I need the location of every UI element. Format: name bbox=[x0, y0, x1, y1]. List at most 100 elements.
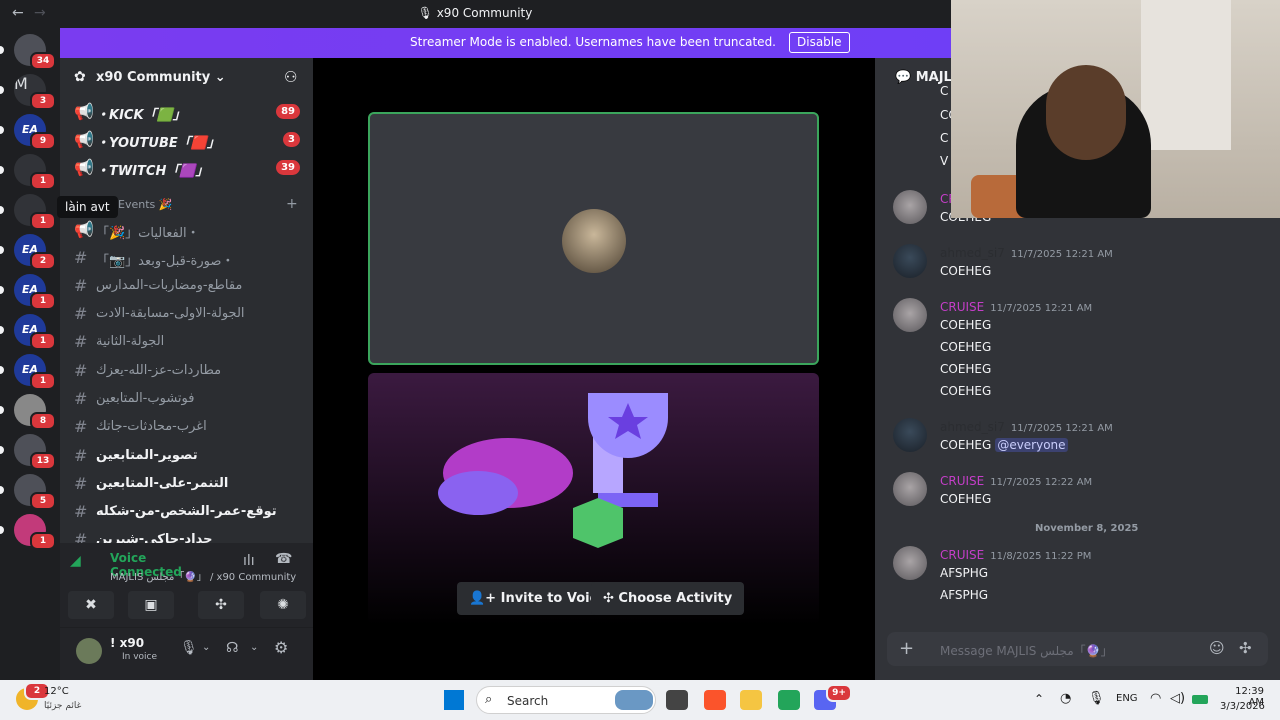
add-channel-icon[interactable]: + bbox=[286, 196, 298, 212]
choose-activity-button[interactable]: ✣ Choose Activity bbox=[591, 582, 745, 615]
hash-icon: # bbox=[74, 276, 88, 295]
chevron-down-icon[interactable]: ⌄ bbox=[202, 642, 210, 653]
brave-browser-icon[interactable] bbox=[704, 690, 726, 710]
search-box[interactable]: ⌕ Search bbox=[476, 686, 656, 714]
plus-icon[interactable]: + bbox=[899, 638, 914, 659]
network-status-icon[interactable]: ◔ bbox=[1060, 691, 1071, 706]
chevron-down-icon[interactable]: ⌄ bbox=[250, 642, 258, 653]
file-icon[interactable] bbox=[666, 690, 688, 710]
notification-badge: 9 bbox=[30, 132, 56, 150]
window-title: 🎙 x90 Community bbox=[0, 6, 950, 20]
participant-tile[interactable] bbox=[368, 112, 819, 365]
screen-share-button[interactable]: ▣ bbox=[128, 591, 174, 619]
notification-badge: 1 bbox=[30, 292, 56, 310]
language-indicator[interactable]: ENG bbox=[1116, 693, 1138, 704]
message-content: COEHEG bbox=[940, 362, 992, 376]
channel-item[interactable]: # ・صورة-قبل-وبعد「📷」 bbox=[74, 246, 300, 270]
hash-icon: # bbox=[74, 474, 88, 493]
volume-icon[interactable]: ◁) bbox=[1170, 691, 1185, 706]
avatar[interactable] bbox=[76, 638, 102, 664]
unread-pill bbox=[0, 246, 4, 254]
message-content: AFSPHG bbox=[940, 588, 989, 602]
hash-icon: # bbox=[74, 389, 88, 408]
channel-item[interactable]: # الجولة-الثانية bbox=[74, 330, 300, 354]
channel-item[interactable]: 📢 ・KICK「🟩」 89 bbox=[74, 100, 300, 124]
message-text: COEHEG bbox=[940, 384, 991, 398]
channel-item[interactable]: 📢 ・TWITCH「🟪」 39 bbox=[74, 156, 300, 180]
title-icon: 🎙 bbox=[417, 6, 437, 20]
channel-item[interactable]: # مطاردات-عز-الله-يعزك bbox=[74, 359, 300, 383]
activity-button[interactable]: ✣ bbox=[198, 591, 244, 619]
channel-item[interactable]: # مقاطع-ومضاربات-المدارس bbox=[74, 274, 300, 298]
soundboard-button[interactable]: ✺ bbox=[260, 591, 306, 619]
message-header: CRUISE 11/8/2025 11:22 PM bbox=[940, 548, 1091, 562]
server-header[interactable]: ✿ x90 Community ⌄ ⚇ bbox=[60, 58, 313, 98]
message-timestamp: 11/7/2025 12:21 AM bbox=[1010, 249, 1113, 260]
windows-start-icon[interactable] bbox=[444, 690, 464, 710]
message-content: AFSPHG bbox=[940, 566, 989, 580]
microphone-icon[interactable]: 🎙 bbox=[180, 640, 198, 656]
file-explorer-icon[interactable] bbox=[740, 690, 762, 710]
channel-item[interactable]: 📢 ・YOUTUBE「🟥」 3 bbox=[74, 128, 300, 152]
channel-item[interactable]: 📢 ・الفعاليات「🎉」 bbox=[74, 218, 300, 242]
message-header: CRUISE 11/7/2025 12:22 AM bbox=[940, 474, 1092, 488]
disconnect-icon[interactable]: ☎ bbox=[275, 551, 292, 567]
avatar[interactable] bbox=[893, 298, 927, 332]
mention[interactable]: @everyone bbox=[995, 438, 1068, 452]
avatar[interactable] bbox=[893, 190, 927, 224]
message-author[interactable]: ahmed_si7 bbox=[940, 420, 1005, 434]
voice-channel[interactable]: MAJLIS مجلس「🔮」 / x90 Community bbox=[50, 568, 296, 583]
gear-icon[interactable]: ⚙ bbox=[274, 638, 288, 657]
wifi-icon[interactable]: ◠ bbox=[1150, 691, 1161, 706]
notification-badge: 5 bbox=[30, 492, 56, 510]
server-boost-icon: ✿ bbox=[74, 69, 86, 85]
message-timestamp: 11/7/2025 12:22 AM bbox=[990, 477, 1093, 488]
message-author[interactable]: CRUISE bbox=[940, 548, 984, 562]
camera-off-button[interactable]: ✖ bbox=[68, 591, 114, 619]
user-status: In voice bbox=[122, 652, 158, 662]
microphone-icon[interactable]: 🎙 bbox=[1088, 691, 1105, 706]
message-input[interactable]: + Message MAJLIS مجلس「🔮」 ☺ ✣ bbox=[887, 632, 1268, 666]
notification-badge: 13 bbox=[30, 452, 56, 470]
message-content: COEHEG bbox=[940, 318, 992, 332]
channel-name: مقاطع-ومضاربات-المدارس bbox=[96, 278, 243, 293]
add-member-icon[interactable]: ⚇ bbox=[284, 68, 297, 86]
battery-icon[interactable] bbox=[1192, 695, 1208, 704]
channel-name: تصوير-المتابعين bbox=[96, 448, 198, 463]
channel-item[interactable]: # تصوير-المتابعين bbox=[74, 444, 300, 468]
announcement-icon: 📢 bbox=[74, 102, 94, 121]
username[interactable]: ! x90 bbox=[110, 636, 144, 650]
channel-item[interactable]: # التنمر-على-المتابعين bbox=[74, 472, 300, 496]
chat-bubble-icon: 💬 bbox=[895, 70, 916, 85]
avatar[interactable] bbox=[893, 472, 927, 506]
user-panel: ! x90 In voice 🎙 ⌄ ☊ ⌄ ⚙ bbox=[60, 628, 313, 680]
channel-item[interactable]: # توقع-عمر-الشخص-من-شكله bbox=[74, 500, 300, 524]
clock-date[interactable]: 3/3/2026 bbox=[1220, 701, 1265, 712]
channel-item[interactable]: # فوتشوب-المتابعين bbox=[74, 387, 300, 411]
message-author[interactable]: CRUISE bbox=[940, 474, 984, 488]
message-placeholder: Message MAJLIS مجلس「🔮」 bbox=[940, 644, 1113, 658]
avatar[interactable] bbox=[893, 418, 927, 452]
message-author[interactable]: ahmed_si7 bbox=[940, 246, 1005, 260]
notification-badge: 1 bbox=[30, 332, 56, 350]
disable-button[interactable]: Disable bbox=[789, 32, 850, 53]
avatar[interactable] bbox=[893, 546, 927, 580]
channel-item[interactable]: # الجولة-الاولى-مسابقة-الادت bbox=[74, 302, 300, 326]
hash-icon: # bbox=[74, 417, 88, 436]
headphones-icon[interactable]: ☊ bbox=[226, 640, 238, 656]
soundboard-icon[interactable]: ılı bbox=[243, 553, 255, 569]
announcement-icon: 📢 bbox=[74, 130, 94, 149]
channel-item[interactable]: # اغرب-محادثات-جاتك bbox=[74, 415, 300, 439]
emoji-icon[interactable]: ☺ bbox=[1209, 639, 1225, 657]
channel-name: التنمر-على-المتابعين bbox=[96, 476, 229, 491]
apps-icon[interactable]: ✣ bbox=[1239, 639, 1252, 657]
weather-temp[interactable]: 12°C bbox=[44, 686, 69, 697]
search-highlight-icon bbox=[615, 690, 653, 710]
avatar[interactable] bbox=[893, 244, 927, 278]
obs-icon[interactable] bbox=[778, 690, 800, 710]
activity-label: Choose Activity bbox=[618, 591, 733, 606]
chevron-up-icon[interactable]: ⌃ bbox=[1034, 692, 1044, 706]
streamer-mode-text: Streamer Mode is enabled. Usernames have… bbox=[410, 35, 776, 49]
channel-name: ・TWITCH「🟪」 bbox=[96, 164, 209, 179]
message-author[interactable]: CRUISE bbox=[940, 300, 984, 314]
